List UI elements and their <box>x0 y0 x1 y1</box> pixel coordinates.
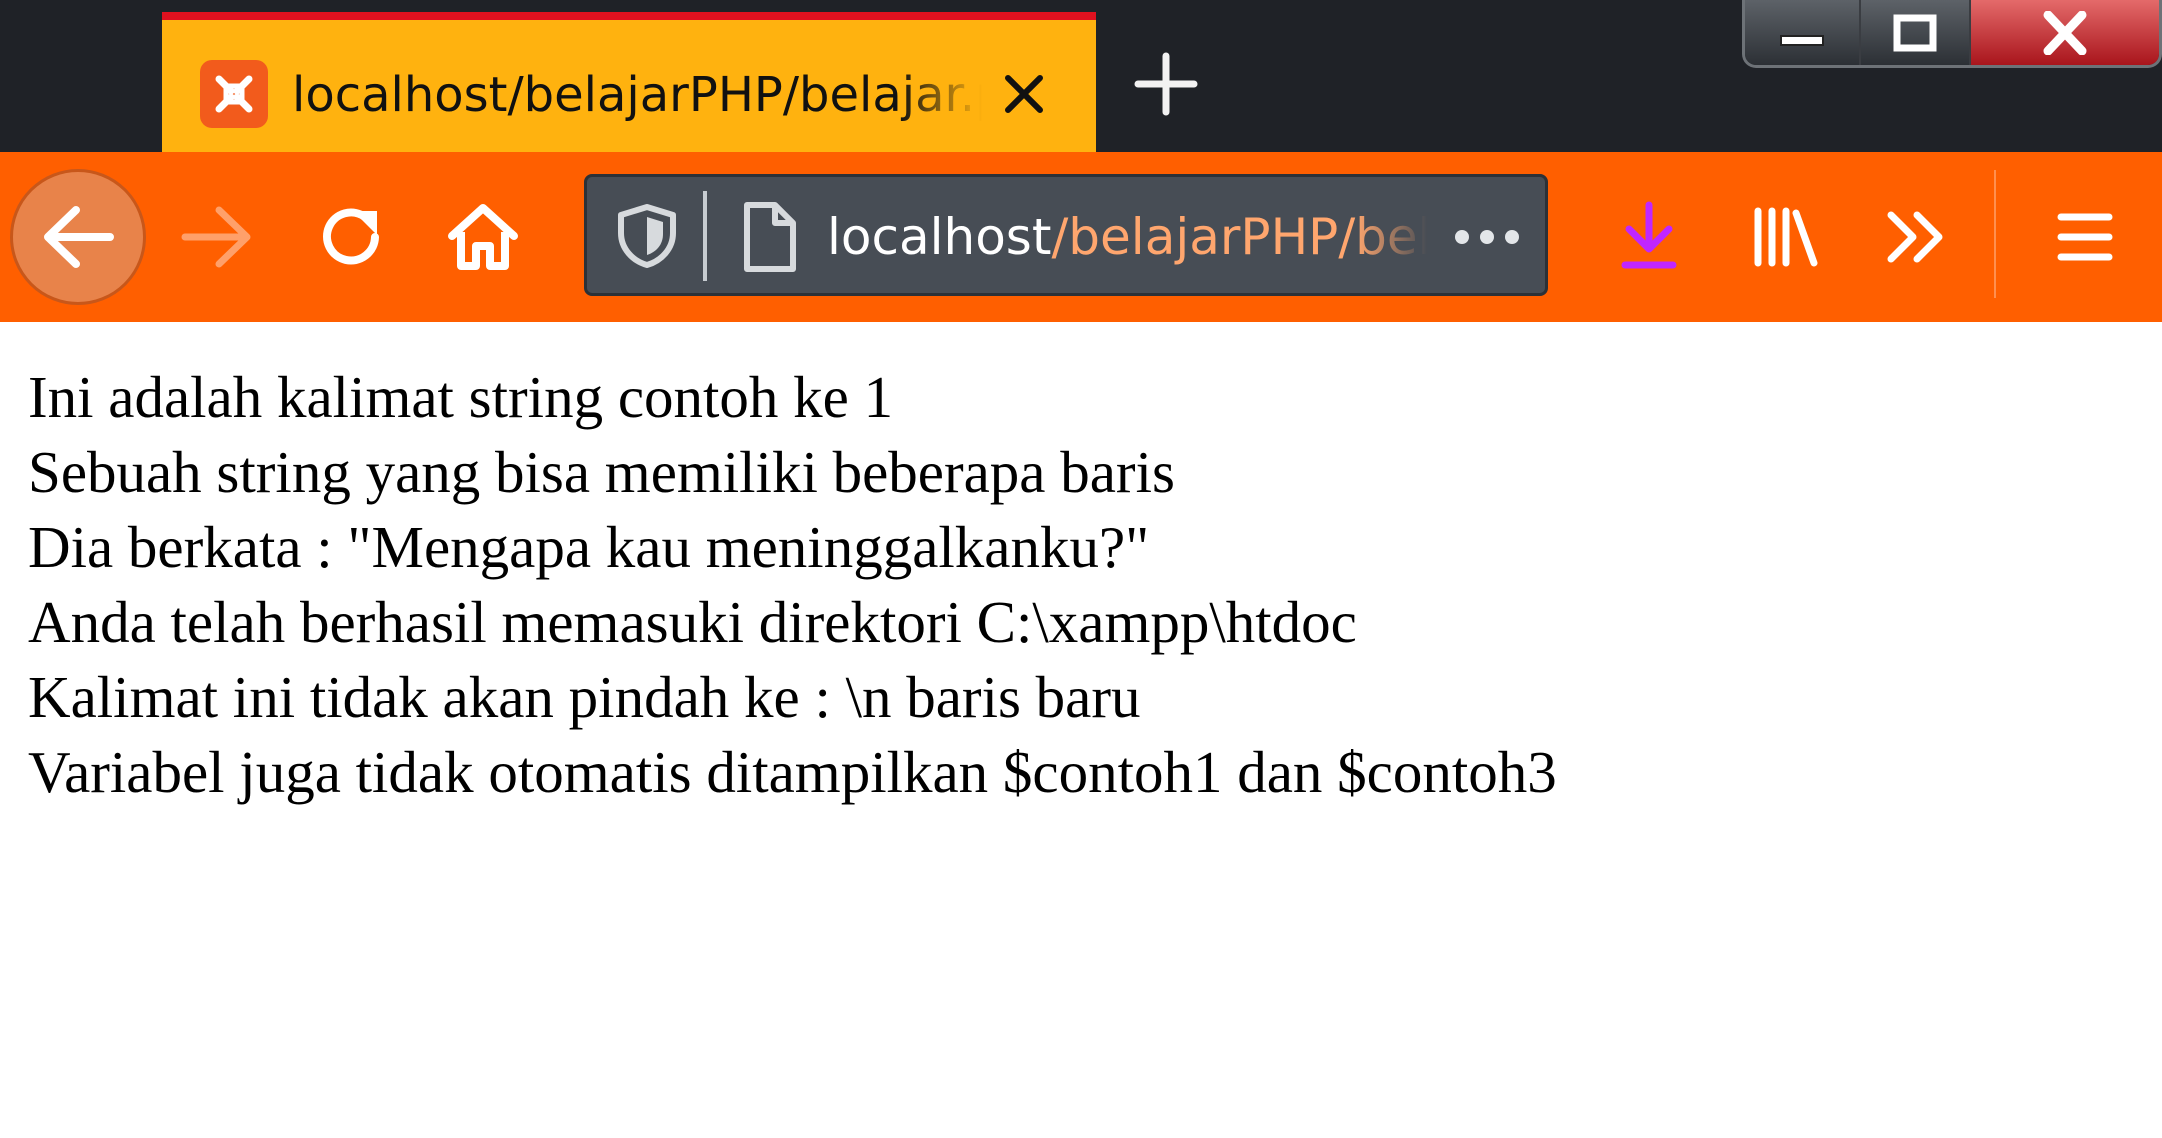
maximize-icon[interactable] <box>1861 0 1971 65</box>
address-bar[interactable]: localhost/belajarPHP/belajar.php <box>584 174 1548 296</box>
urlbar-divider <box>703 191 707 281</box>
downloads-button[interactable] <box>1584 172 1714 302</box>
reload-button[interactable] <box>286 172 416 302</box>
hamburger-menu-icon <box>2057 213 2113 261</box>
window-close-icon[interactable] <box>1971 0 2159 65</box>
close-icon[interactable] <box>992 62 1056 126</box>
library-button[interactable] <box>1720 172 1850 302</box>
tab-title: localhost/belajarPHP/belajar.php <box>292 67 982 123</box>
content-line: Sebuah string yang bisa memiliki beberap… <box>28 439 1175 505</box>
url-path: /belajarPHP/belajar.php <box>1051 208 1427 266</box>
minimize-icon[interactable] <box>1745 0 1861 65</box>
forward-button[interactable] <box>152 172 282 302</box>
download-icon <box>1621 201 1677 269</box>
content-line: Dia berkata : "Mengapa kau meninggalkank… <box>28 514 1150 580</box>
arrow-right-icon <box>181 206 251 268</box>
content-line: Ini adalah kalimat string contoh ke 1 <box>28 364 894 430</box>
window-controls <box>1742 0 2162 68</box>
navigation-toolbar: localhost/belajarPHP/belajar.php <box>0 152 2162 322</box>
overflow-button[interactable] <box>1852 172 1982 302</box>
tab-bar: localhost/belajarPHP/belajar.php <box>0 0 2162 152</box>
page-icon[interactable] <box>739 201 799 273</box>
home-button[interactable] <box>418 172 548 302</box>
content-line: Variabel juga tidak otomatis ditampilkan… <box>28 739 1557 805</box>
home-icon <box>448 204 518 270</box>
content-line: Kalimat ini tidak akan pindah ke : \n ba… <box>28 664 1141 730</box>
chevron-double-right-icon <box>1887 211 1943 263</box>
toolbar-separator <box>1994 170 1996 298</box>
url-host: localhost <box>827 208 1052 266</box>
xampp-icon <box>200 60 268 128</box>
url-text[interactable]: localhost/belajarPHP/belajar.php <box>827 201 1427 273</box>
menu-button[interactable] <box>2020 172 2150 302</box>
reload-icon <box>323 208 379 265</box>
back-button[interactable] <box>10 169 146 305</box>
content-line: Anda telah berhasil memasuki direktori C… <box>28 589 1357 655</box>
plus-icon[interactable] <box>1130 48 1202 120</box>
arrow-left-icon <box>44 206 114 268</box>
tab-active[interactable]: localhost/belajarPHP/belajar.php <box>162 12 1096 152</box>
ellipsis-icon[interactable] <box>1447 207 1527 267</box>
library-icon <box>1754 207 1818 267</box>
shield-icon[interactable] <box>615 203 679 269</box>
page-content: Ini adalah kalimat string contoh ke 1 Se… <box>28 360 2128 810</box>
